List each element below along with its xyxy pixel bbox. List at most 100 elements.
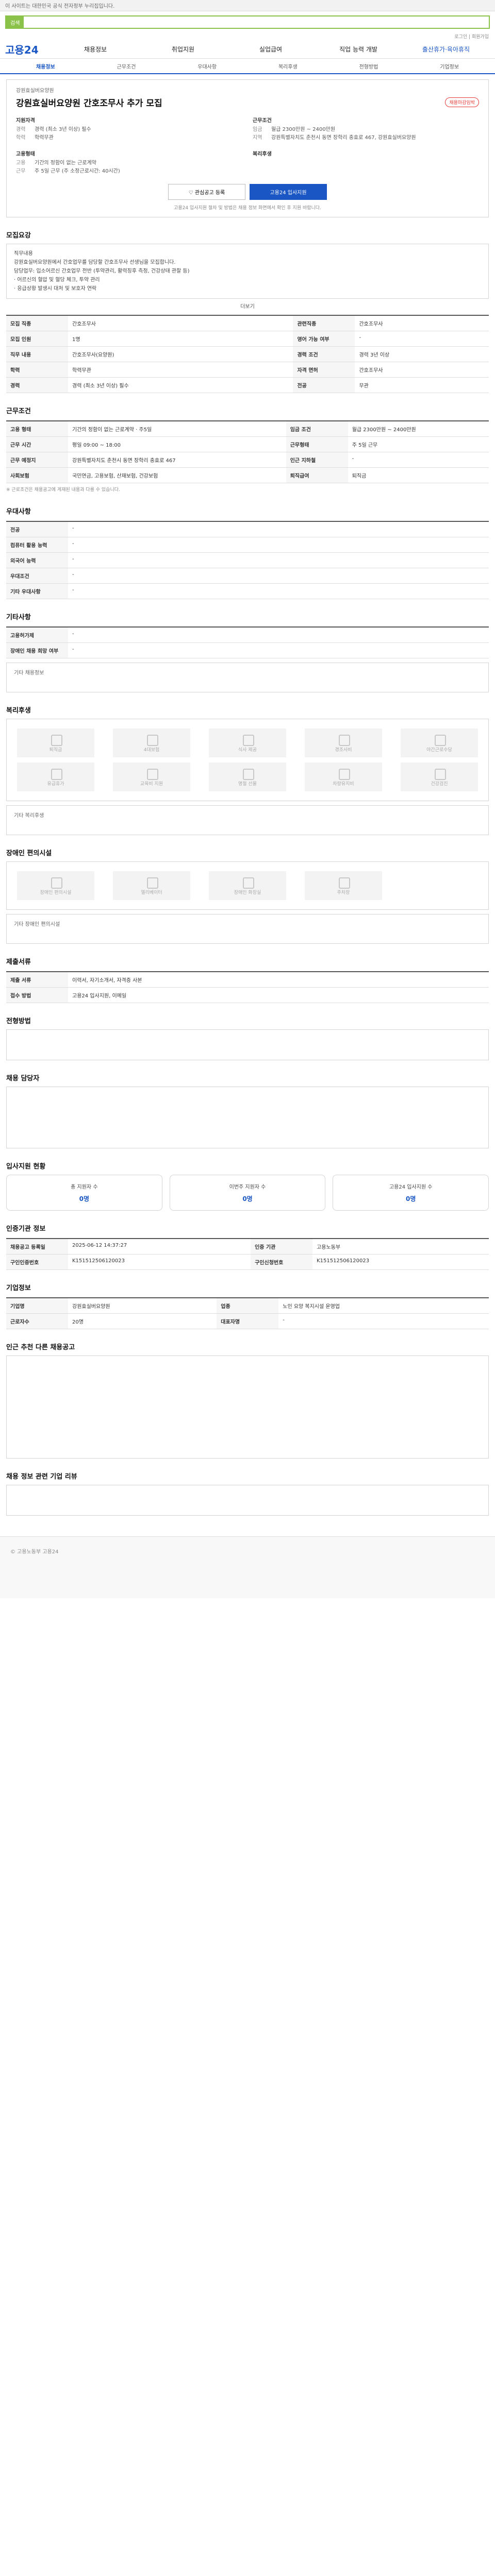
company-name: 강원효실버요양원 — [16, 88, 54, 94]
table-header-cell: 고용 형태 — [6, 421, 68, 437]
detail-tabs: 채용정보 근무조건 우대사항 복리후생 전형방법 기업정보 — [0, 59, 495, 74]
table-cell: 강원효실버요양원 — [68, 1298, 217, 1314]
process-box — [6, 1029, 489, 1060]
heart-icon: ♡ — [188, 190, 195, 196]
stat-label: 이번주 지원자 수 — [229, 1184, 266, 1190]
type-key: 고용 — [16, 160, 26, 166]
table-row: 우대조건 - — [6, 568, 489, 584]
nav-item-support[interactable]: 취업지원 — [139, 45, 227, 54]
section-title-similar: 인근 추천 다른 채용공고 — [6, 1344, 75, 1351]
table-cell: 20명 — [68, 1313, 217, 1329]
table-cell: 고용노동부 — [312, 1239, 489, 1255]
table-cell: - — [68, 642, 489, 658]
table-row: 직무 내용 간호조무사(요양원) 경력 조건 경력 3년 이상 — [6, 346, 489, 362]
tab-conditions[interactable]: 근무조건 — [86, 62, 167, 70]
tab-recruit[interactable]: 채용정보 — [5, 62, 86, 70]
table-header-cell: 인근 지하철 — [286, 452, 348, 468]
table-header-cell: 모집 직종 — [6, 315, 68, 331]
table-cell: 학력무관 — [68, 362, 293, 378]
nav-item-parental[interactable]: 출산휴가·육아휴직 — [402, 45, 490, 54]
table-row: 기타 우대사항 - — [6, 583, 489, 599]
cond-key: 임금 — [253, 127, 262, 132]
gov-notice-text: 이 사이트는 대한민국 공식 전자정부 누리집입니다. — [5, 4, 115, 9]
section-title-info: 인증기관 정보 — [6, 1225, 46, 1233]
table-row: 구인인증번호 K151512506120023 구인신청번호 K15151250612… — [6, 1254, 489, 1270]
table-cell: 2025-06-12 14:37:27 — [68, 1239, 251, 1255]
section-title-recruit: 모집요강 — [6, 232, 31, 240]
search-bar[interactable]: 검색 — [5, 15, 490, 29]
table-cell: - — [348, 452, 489, 468]
cond-value: 월급 2300만원 ~ 2400만원 — [271, 127, 336, 132]
tab-welfare[interactable]: 복리후생 — [248, 62, 328, 70]
apply-note: 고용24 입사지원 절차 및 방법은 채용 정보 화면에서 확인 후 지원 바랍… — [174, 206, 321, 211]
type-label: 고용형태 — [16, 151, 35, 157]
tab-process[interactable]: 전형방법 — [328, 62, 409, 70]
table-header-cell: 모집 인원 — [6, 331, 68, 347]
cond-key: 지역 — [253, 135, 262, 141]
etc-table: 고용허가제 - 장애인 채용 희망 여부 - — [6, 626, 489, 658]
nav-item-benefits[interactable]: 실업급여 — [227, 45, 315, 54]
table-cell: 간호조무사 — [355, 362, 489, 378]
table-row: 경력 경력 (최소 3년 이상) 필수 전공 무관 — [6, 377, 489, 393]
table-row: 기업명 강원효실버요양원 업종 노인 요양 복지시설 운영업 — [6, 1298, 489, 1314]
global-nav: 고용24 채용정보 취업지원 실업급여 직업 능력 개발 출산휴가·육아휴직 — [0, 40, 495, 59]
table-header-cell: 컴퓨터 활용 능력 — [6, 537, 68, 553]
qual-key: 학력 — [16, 135, 26, 141]
section-title-welfare: 복리후생 — [6, 707, 31, 715]
stat-card: 총 지원자 수 0명 — [6, 1175, 162, 1211]
section-title-stats: 입사지원 현황 — [6, 1163, 46, 1171]
stat-card: 고용24 입사지원 수 0명 — [333, 1175, 489, 1211]
job-summary-card: 강원효실버요양원 강원효실버요양원 간호조무사 추가 모집 채용마감임박 지원자… — [6, 79, 489, 217]
table-header-cell: 근무 예정지 — [6, 452, 68, 468]
welfare-item: 명절 선물 — [209, 762, 286, 791]
table-row: 모집 직종 간호조무사 관련직종 간호조무사 — [6, 315, 489, 331]
table-cell: 간호조무사 — [355, 315, 489, 331]
company-table: 기업명 강원효실버요양원 업종 노인 요양 복지시설 운영업 근로자수 20명 대표자명 - — [6, 1297, 489, 1329]
nav-item-training[interactable]: 직업 능력 개발 — [315, 45, 402, 54]
table-header-cell: 대표자명 — [217, 1313, 279, 1329]
table-header-cell: 제출 서류 — [6, 972, 68, 988]
gov-notice-bar: 이 사이트는 대한민국 공식 전자정부 누리집입니다. — [0, 0, 495, 11]
welfare-item: 식사 제공 — [209, 728, 286, 757]
scrap-button[interactable]: ♡ 관심공고 등록 — [168, 184, 245, 200]
nav-item-jobs[interactable]: 채용정보 — [52, 45, 139, 54]
tab-preference[interactable]: 우대사항 — [167, 62, 248, 70]
similar-jobs-box — [6, 1355, 489, 1459]
table-header-cell: 업종 — [217, 1298, 279, 1314]
table-header-cell: 고용허가제 — [6, 627, 68, 643]
table-cell: 경력 3년 이상 — [355, 346, 489, 362]
more-button[interactable]: 더보기 — [0, 302, 495, 310]
type-value: 주 5일 근무 (주 소정근로시간: 40시간) — [35, 168, 120, 174]
table-cell: 고용24 입사지원, 이메일 — [68, 987, 489, 1003]
table-cell: - — [68, 521, 489, 537]
table-cell: - — [278, 1313, 489, 1329]
section-title-docs: 제출서류 — [6, 958, 31, 966]
table-header-cell: 외국어 능력 — [6, 552, 68, 568]
stat-label: 총 지원자 수 — [71, 1184, 98, 1190]
recruit-table: 모집 직종 간호조무사 관련직종 간호조무사 모집 인원 1명 영어 가능 여부 - 직무 내용… — [6, 315, 489, 393]
section-title-company: 기업정보 — [6, 1284, 31, 1292]
cond-value: 강원특별자치도 춘천시 동면 장학리 충효로 467, 강원효실버요양원 — [271, 135, 416, 141]
welfare-item: 엘리베이터 — [113, 871, 190, 900]
table-row: 외국어 능력 - — [6, 552, 489, 568]
stat-card: 이번주 지원자 수 0명 — [169, 1175, 326, 1211]
tab-company[interactable]: 기업정보 — [409, 62, 490, 70]
welfare-item: 야간근로수당 — [401, 728, 478, 757]
table-header-cell: 관련직종 — [293, 315, 355, 331]
site-logo[interactable]: 고용24 — [5, 42, 52, 57]
type-key: 근무 — [16, 168, 26, 174]
search-input[interactable] — [24, 16, 489, 28]
qual-value: 경력 (최소 3년 이상) 필수 — [35, 127, 91, 132]
job-title: 강원효실버요양원 간호조무사 추가 모집 — [16, 98, 162, 109]
table-cell: 주 5일 근무 — [348, 436, 489, 452]
disabled-grid: 장애인 편의시설 엘리베이터 장애인 화장실 주차장 — [6, 861, 489, 910]
table-header-cell: 전공 — [293, 377, 355, 393]
disabled-etc: 기타 장애인 편의시설 — [6, 914, 489, 944]
apply-button[interactable]: 고용24 입사지원 — [250, 184, 327, 200]
stat-value: 0명 — [405, 1195, 416, 1202]
util-links[interactable]: 로그인 | 회원가입 — [0, 33, 495, 40]
welfare-item: 경조사비 — [305, 728, 382, 757]
section-title-etc: 기타사항 — [6, 614, 31, 621]
table-header-cell: 근로자수 — [6, 1313, 68, 1329]
section-title-contact: 채용 담당자 — [6, 1075, 40, 1082]
